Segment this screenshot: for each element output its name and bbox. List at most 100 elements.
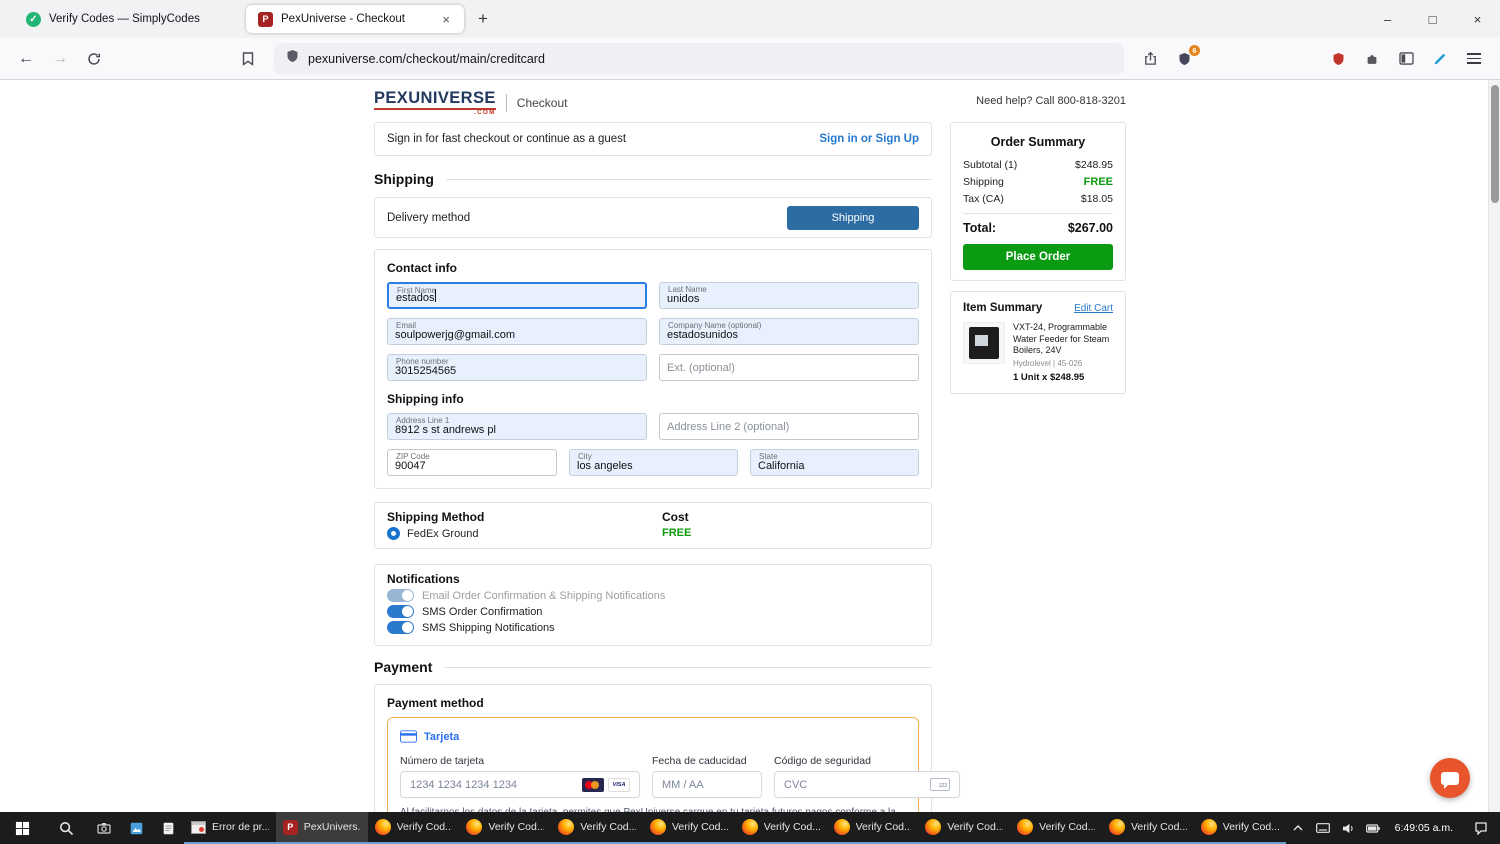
minimize-button[interactable]: – (1365, 0, 1410, 38)
delivery-shipping-button[interactable]: Shipping (787, 205, 919, 230)
place-order-button[interactable]: Place Order (963, 244, 1113, 270)
expiry-field[interactable] (652, 771, 762, 798)
close-button[interactable]: × (1455, 0, 1500, 38)
back-button[interactable]: ← (10, 43, 42, 75)
phone-input[interactable] (395, 364, 639, 378)
share-icon[interactable] (1134, 43, 1166, 75)
ext-input[interactable] (667, 355, 911, 380)
signin-button[interactable]: Sign in or Sign Up (819, 133, 919, 145)
zip-input[interactable] (395, 459, 549, 473)
tab-close-icon[interactable]: × (440, 12, 452, 27)
address2-input[interactable] (667, 414, 911, 439)
taskbar-app-pexuniverse[interactable]: P PexUnivers... (275, 812, 368, 844)
phone-field[interactable]: Phone number (387, 354, 647, 381)
chat-widget-button[interactable] (1430, 758, 1470, 798)
battery-icon[interactable] (1361, 823, 1386, 833)
fedex-ground-option[interactable]: FedEx Ground (387, 527, 662, 540)
address2-field[interactable] (659, 413, 919, 440)
card-number-input[interactable] (410, 778, 578, 791)
card-tab[interactable]: Tarjeta (400, 730, 906, 743)
text-caret (435, 289, 436, 302)
document-icon (163, 822, 173, 834)
red-shield-extension-icon[interactable] (1322, 43, 1354, 75)
extensions-puzzle-icon[interactable] (1356, 43, 1388, 75)
state-field[interactable]: State (750, 449, 919, 476)
maximize-button[interactable]: □ (1410, 0, 1455, 38)
divider (505, 94, 507, 112)
contact-info-card: Contact info First Name Last Name Ema (374, 249, 932, 489)
taskbar-app-error-dialog[interactable]: Error de pr... (184, 812, 276, 844)
forward-button[interactable]: → (44, 43, 76, 75)
touch-keyboard-icon[interactable] (1311, 823, 1336, 833)
sidebar-icon[interactable] (1390, 43, 1422, 75)
sms-shipping-notifications-toggle[interactable] (387, 621, 414, 634)
taskbar-app-verify-codes[interactable]: Verify Cod... (642, 812, 735, 844)
tab-verify-codes[interactable]: ✓ Verify Codes — SimplyCodes (14, 5, 242, 33)
first-name-input[interactable] (396, 291, 638, 305)
window-controls: – □ × (1365, 0, 1500, 38)
pinned-notes-app[interactable] (152, 812, 184, 844)
pinned-photos-app[interactable] (120, 812, 152, 844)
taskbar-app-verify-codes[interactable]: Verify Cod... (734, 812, 827, 844)
taskbar-app-verify-codes[interactable]: Verify Cod... (1193, 812, 1286, 844)
taskbar-app-verify-codes[interactable]: Verify Cod... (1010, 812, 1102, 844)
screen: ✓ Verify Codes — SimplyCodes P PexUniver… (0, 0, 1500, 844)
edit-cart-link[interactable]: Edit Cart (1074, 303, 1113, 314)
email-input[interactable] (395, 328, 639, 342)
company-input[interactable] (667, 328, 911, 342)
taskbar-app-verify-codes[interactable]: Verify Cod... (826, 812, 919, 844)
checkout-main-column: Sign in for fast checkout or continue as… (374, 122, 960, 812)
url-bar[interactable]: pexuniverse.com/checkout/main/creditcard (274, 42, 1124, 75)
expiry-input[interactable] (662, 778, 752, 791)
shipping-method-title: Shipping Method (387, 510, 485, 524)
ext-field[interactable] (659, 354, 919, 381)
volume-icon[interactable] (1336, 823, 1361, 834)
start-button[interactable] (0, 812, 44, 844)
pexuniverse-logo[interactable]: PEXUNIVERSE .COM (374, 89, 496, 116)
payment-method-card: Payment method Tarjeta Número de tarjeta (374, 684, 960, 812)
pen-tool-icon[interactable] (1424, 43, 1456, 75)
state-input[interactable] (758, 459, 911, 473)
tracking-protection-shield-icon[interactable] (286, 49, 299, 68)
adblocker-extension-icon[interactable]: 6 (1168, 43, 1200, 75)
pinned-camera-app[interactable] (88, 812, 120, 844)
sms-order-confirmation-toggle[interactable] (387, 605, 414, 618)
cart-item: VXT-24, Programmable Water Feeder for St… (963, 322, 1113, 383)
cvc-field[interactable]: 123 (774, 771, 960, 798)
address1-input[interactable] (395, 423, 639, 437)
city-field[interactable]: City (569, 449, 738, 476)
first-name-field[interactable]: First Name (387, 282, 647, 309)
shipping-method-card: Shipping Method Cost FedEx Ground FREE (374, 502, 932, 549)
notification-center-button[interactable] (1462, 821, 1500, 835)
taskbar-search-button[interactable] (44, 812, 88, 844)
taskbar-app-verify-codes[interactable]: Verify Cod... (459, 812, 552, 844)
cvc-input[interactable] (784, 778, 926, 791)
address1-field[interactable]: Address Line 1 (387, 413, 647, 440)
email-field[interactable]: Email (387, 318, 647, 345)
scrollbar-thumb[interactable] (1491, 85, 1499, 203)
card-number-field[interactable]: VISA (400, 771, 640, 798)
shipping-cost-value: FREE (662, 527, 692, 539)
reload-button[interactable] (78, 43, 110, 75)
taskbar-app-verify-codes[interactable]: Verify Cod... (367, 812, 460, 844)
taskbar-app-verify-codes[interactable]: Verify Cod... (551, 812, 643, 844)
last-name-input[interactable] (667, 292, 911, 306)
company-field[interactable]: Company Name (optional) (659, 318, 919, 345)
radio-selected-icon[interactable] (387, 527, 400, 540)
menu-icon[interactable] (1458, 43, 1490, 75)
zip-field[interactable]: ZIP Code (387, 449, 557, 476)
bookmarks-icon[interactable] (232, 43, 264, 75)
card-payment-box: Tarjeta Número de tarjeta VISA (387, 717, 960, 812)
tray-expand-button[interactable] (1286, 825, 1311, 831)
taskbar-app-verify-codes[interactable]: Verify Cod... (918, 812, 1011, 844)
new-tab-button[interactable]: + (466, 9, 500, 29)
last-name-field[interactable]: Last Name (659, 282, 919, 309)
email-notifications-toggle[interactable] (387, 589, 414, 602)
tab-pexuniverse[interactable]: P PexUniverse - Checkout × (246, 5, 464, 33)
page-scrollbar[interactable] (1488, 80, 1500, 812)
firefox-icon (1017, 819, 1034, 835)
city-input[interactable] (577, 459, 730, 473)
taskbar-app-verify-codes[interactable]: Verify Cod... (1101, 812, 1194, 844)
taskbar-clock[interactable]: 6:49:05 a.m. (1386, 822, 1462, 834)
extension-badge: 6 (1189, 44, 1200, 56)
